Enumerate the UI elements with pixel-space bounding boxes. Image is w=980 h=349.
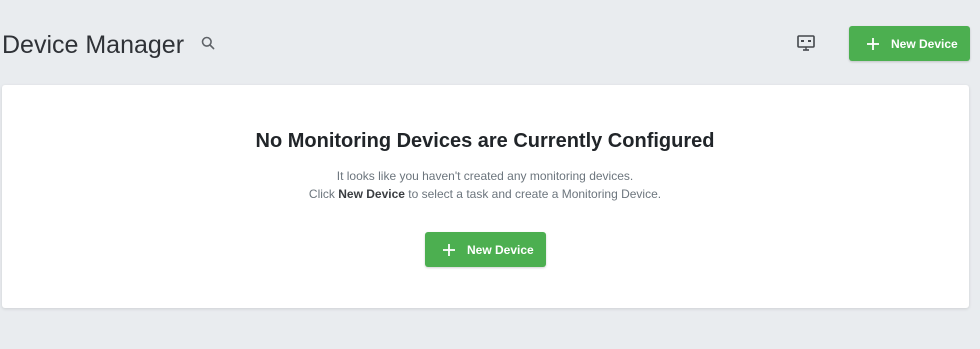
page-header: Device Manager New Device bbox=[0, 0, 980, 86]
new-device-label: New Device bbox=[891, 36, 958, 51]
plus-icon bbox=[442, 243, 456, 257]
instruction-suffix: to select a task and create a Monitoring… bbox=[404, 187, 662, 201]
instruction-bold: New Device bbox=[338, 187, 405, 201]
page-title: Device Manager bbox=[2, 31, 185, 59]
new-device-button-card[interactable]: New Device bbox=[425, 232, 546, 267]
search-button[interactable] bbox=[197, 34, 219, 56]
search-icon bbox=[201, 36, 215, 55]
empty-state-instruction: Click New Device to select a task and cr… bbox=[0, 186, 970, 202]
instruction-prefix: Click bbox=[308, 187, 339, 201]
plus-icon bbox=[866, 37, 880, 51]
monitor-button[interactable] bbox=[794, 33, 818, 57]
empty-state-heading: No Monitoring Devices are Currently Conf… bbox=[255, 130, 715, 152]
empty-state-description: It looks like you haven't created any mo… bbox=[336, 169, 634, 183]
monitor-icon bbox=[797, 34, 815, 56]
new-device-button-header[interactable]: New Device bbox=[849, 26, 970, 61]
new-device-label: New Device bbox=[467, 242, 534, 257]
